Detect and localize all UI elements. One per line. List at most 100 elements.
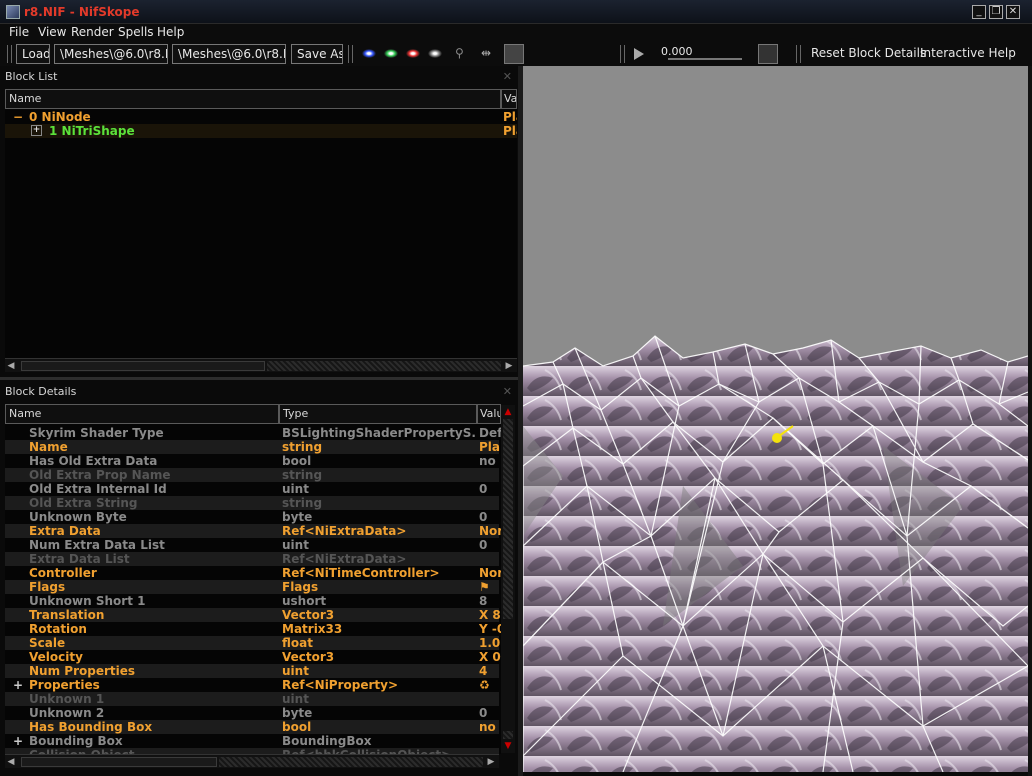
dock-close-icon[interactable]: ✕ xyxy=(503,68,512,86)
expand-icon[interactable]: + xyxy=(13,734,23,748)
detail-row[interactable]: Flags Flags ⚑ xyxy=(5,580,499,594)
close-button[interactable]: ✕ xyxy=(1006,5,1020,19)
scroll-left-icon[interactable]: ◀ xyxy=(5,755,17,769)
load-button[interactable]: Load xyxy=(16,44,50,64)
collapse-icon[interactable]: − xyxy=(13,110,23,124)
detail-row[interactable]: Unknown Byte byte 0 xyxy=(5,510,499,524)
detail-row[interactable]: + Bounding Box BoundingBox xyxy=(5,734,499,748)
scroll-up-icon[interactable]: ▲ xyxy=(502,405,514,419)
detail-value[interactable]: Nor xyxy=(479,566,501,580)
menu-view[interactable]: View xyxy=(38,25,66,39)
detail-name: Unknown Byte xyxy=(29,510,127,524)
detail-type: bool xyxy=(282,720,312,734)
detail-row[interactable]: Controller Ref<NiTimeController> Nor xyxy=(5,566,501,580)
menu-file[interactable]: File xyxy=(9,25,29,39)
block-list-hscroll[interactable]: ◀ ▶ xyxy=(5,358,517,372)
toolbar-grip[interactable] xyxy=(620,45,625,63)
menu-spells[interactable]: Spells xyxy=(118,25,154,39)
detail-value[interactable]: 0 xyxy=(479,482,501,496)
tree-row-ninode[interactable]: − 0 NiNode Pla xyxy=(5,110,517,124)
detail-row[interactable]: Old Extra Internal Id uint 0 xyxy=(5,482,499,496)
eye-green-icon[interactable] xyxy=(384,49,398,58)
minimize-button[interactable]: _ xyxy=(972,5,986,19)
detail-value[interactable]: no xyxy=(479,454,501,468)
save-path-field[interactable]: \Meshes\@6.0\r8.NIF xyxy=(172,44,286,64)
detail-row[interactable]: Unknown 2 byte 0 xyxy=(5,706,499,720)
detail-value[interactable]: 0 xyxy=(479,706,501,720)
detail-row[interactable]: Name string Plan xyxy=(5,440,501,454)
eye-blue-icon[interactable] xyxy=(362,49,376,58)
detail-value[interactable]: 1.0 xyxy=(479,636,501,650)
detail-row[interactable]: Translation Vector3 X 8 xyxy=(5,608,501,622)
detail-row[interactable]: Old Extra String string xyxy=(5,496,499,510)
interactive-help-button[interactable]: Interactive Help xyxy=(920,46,1016,60)
detail-value[interactable]: Y -0 xyxy=(479,622,501,636)
dock-close-icon[interactable]: ✕ xyxy=(503,383,512,401)
detail-row[interactable]: Old Extra Prop Name string xyxy=(5,468,499,482)
play-icon[interactable] xyxy=(634,48,644,60)
scroll-down-icon[interactable]: ▼ xyxy=(502,739,514,753)
detail-row[interactable]: Has Bounding Box bool no xyxy=(5,720,499,734)
restore-button[interactable]: ❐ xyxy=(989,5,1003,19)
menu-render[interactable]: Render xyxy=(71,25,114,39)
time-slider[interactable] xyxy=(668,58,742,60)
scroll-thumb[interactable] xyxy=(21,757,217,767)
expand-icon[interactable]: + xyxy=(31,125,42,136)
detail-value[interactable]: no xyxy=(479,720,501,734)
detail-value[interactable]: ♻ xyxy=(479,678,501,692)
scroll-right-icon[interactable]: ▶ xyxy=(503,359,515,373)
eye-grey-icon[interactable] xyxy=(428,49,442,58)
block-details-hscroll[interactable]: ◀ ▶ xyxy=(5,754,499,768)
scroll-right-icon[interactable]: ▶ xyxy=(485,755,497,769)
detail-value[interactable]: 8 xyxy=(479,594,501,608)
detail-value[interactable]: ⚑ xyxy=(479,580,501,594)
time-value[interactable]: 0.000 xyxy=(661,45,693,58)
detail-row[interactable]: + Properties Ref<NiProperty> ♻ xyxy=(5,678,499,692)
detail-value[interactable]: 0 xyxy=(479,538,501,552)
column-header-type[interactable]: Type xyxy=(279,404,477,424)
render-viewport[interactable] xyxy=(523,66,1028,772)
detail-value[interactable]: X 8 xyxy=(479,608,501,622)
tree-row-nitrishape[interactable]: + 1 NiTriShape Pla xyxy=(5,124,517,138)
detail-row[interactable]: Has Old Extra Data bool no xyxy=(5,454,499,468)
detail-row[interactable]: Extra Data Ref<NiExtraData> Nor xyxy=(5,524,501,538)
detail-row[interactable]: Num Extra Data List uint 0 xyxy=(5,538,499,552)
detail-value[interactable]: Def xyxy=(479,426,501,440)
detail-name: Old Extra Prop Name xyxy=(29,468,171,482)
detail-row[interactable]: Num Properties uint 4 xyxy=(5,664,499,678)
menu-help[interactable]: Help xyxy=(157,25,184,39)
move-icon[interactable]: ⇹ xyxy=(481,46,491,60)
save-as-button[interactable]: Save As xyxy=(291,44,343,64)
detail-row[interactable]: Velocity Vector3 X 0 xyxy=(5,650,501,664)
detail-value[interactable]: 0 xyxy=(479,510,501,524)
toolbar-grip[interactable] xyxy=(7,45,12,63)
expand-icon[interactable]: + xyxy=(13,678,23,692)
eye-red-icon[interactable] xyxy=(406,49,420,58)
detail-row[interactable]: Skyrim Shader Type BSLightingShaderProper… xyxy=(5,426,501,440)
toolbar-grip[interactable] xyxy=(348,45,353,63)
scroll-thumb[interactable] xyxy=(21,361,265,371)
toolbar-grip[interactable] xyxy=(796,45,801,63)
detail-value[interactable]: Plan xyxy=(479,440,501,454)
detail-type: byte xyxy=(282,706,313,720)
detail-value[interactable]: Nor xyxy=(479,524,501,538)
loop-icon[interactable] xyxy=(758,44,778,64)
scroll-left-icon[interactable]: ◀ xyxy=(5,359,17,373)
column-header-value[interactable]: Val xyxy=(501,89,517,109)
block-details-vscroll[interactable]: ▲ ▼ xyxy=(501,405,515,753)
load-path-field[interactable]: \Meshes\@6.0\r8.NIF xyxy=(54,44,168,64)
column-header-value[interactable]: Value xyxy=(477,404,501,424)
main-toolbar: Load \Meshes\@6.0\r8.NIF \Meshes\@6.0\r8… xyxy=(0,42,1032,104)
reset-block-details-button[interactable]: Reset Block Details xyxy=(811,46,926,60)
detail-row[interactable]: Scale float 1.0 xyxy=(5,636,501,650)
detail-row[interactable]: Extra Data List Ref<NiExtraData> xyxy=(5,552,499,566)
detail-value[interactable]: X 0 xyxy=(479,650,501,664)
detail-row[interactable]: Unknown Short 1 ushort 8 xyxy=(5,594,499,608)
person-icon[interactable]: ⚲ xyxy=(455,46,464,60)
detail-row[interactable]: Unknown 1 uint xyxy=(5,692,499,706)
column-header-name[interactable]: Name xyxy=(5,404,279,424)
detail-value[interactable]: 4 xyxy=(479,664,501,678)
column-header-name[interactable]: Name xyxy=(5,89,501,109)
view-mode-icon[interactable] xyxy=(504,44,524,64)
detail-row[interactable]: Rotation Matrix33 Y -0 xyxy=(5,622,501,636)
